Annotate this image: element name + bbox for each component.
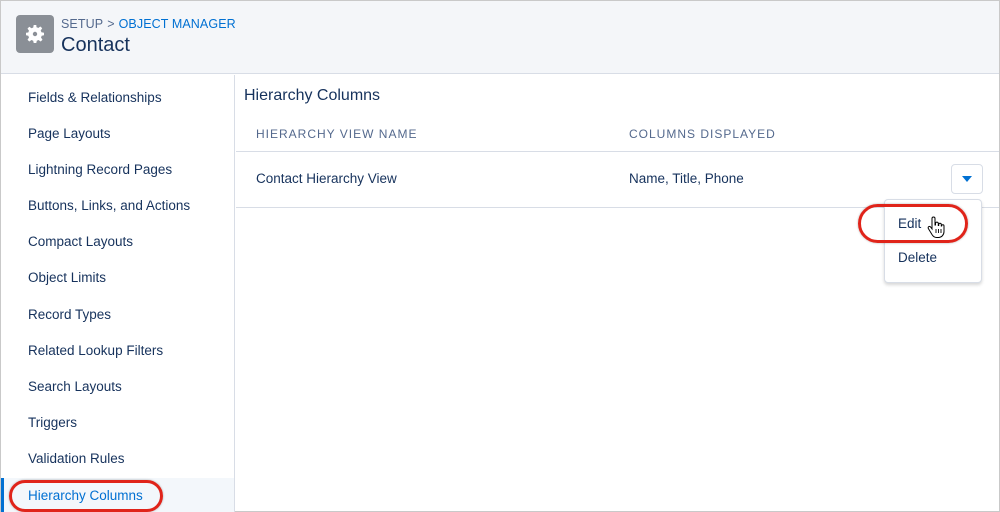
- sidebar-item-lightning-record-pages[interactable]: Lightning Record Pages: [1, 152, 234, 188]
- gear-icon: [16, 15, 54, 53]
- column-header-view-name[interactable]: HIERARCHY VIEW NAME: [256, 127, 417, 141]
- menu-item-edit[interactable]: Edit: [898, 216, 921, 231]
- page-header: SETUP > OBJECT MANAGER Contact: [1, 1, 999, 74]
- sidebar: Fields & Relationships Page Layouts Ligh…: [1, 75, 235, 512]
- row-actions-button[interactable]: [951, 164, 983, 194]
- row-view-name: Contact Hierarchy View: [256, 171, 397, 186]
- sidebar-item-page-layouts[interactable]: Page Layouts: [1, 116, 234, 152]
- chevron-down-icon: [962, 176, 972, 182]
- sidebar-item-triggers[interactable]: Triggers: [1, 405, 234, 441]
- hand-cursor-icon: [927, 216, 945, 243]
- sidebar-item-search-layouts[interactable]: Search Layouts: [1, 369, 234, 405]
- breadcrumb-setup[interactable]: SETUP: [61, 17, 103, 31]
- column-header-columns-displayed[interactable]: COLUMNS DISPLAYED: [629, 127, 776, 141]
- breadcrumb-object-manager-link[interactable]: OBJECT MANAGER: [119, 17, 236, 31]
- sidebar-item-fields-relationships[interactable]: Fields & Relationships: [1, 80, 234, 116]
- sidebar-item-record-types[interactable]: Record Types: [1, 297, 234, 333]
- breadcrumb: SETUP > OBJECT MANAGER: [61, 17, 236, 31]
- page-title: Contact: [61, 34, 130, 56]
- sidebar-item-related-lookup-filters[interactable]: Related Lookup Filters: [1, 333, 234, 369]
- table-header-divider: [236, 151, 999, 152]
- sidebar-item-object-limits[interactable]: Object Limits: [1, 260, 234, 296]
- menu-item-delete[interactable]: Delete: [898, 250, 937, 265]
- section-title: Hierarchy Columns: [244, 87, 381, 104]
- sidebar-item-compact-layouts[interactable]: Compact Layouts: [1, 224, 234, 260]
- breadcrumb-separator: >: [107, 17, 115, 31]
- sidebar-item-buttons-links-actions[interactable]: Buttons, Links, and Actions: [1, 188, 234, 224]
- sidebar-item-validation-rules[interactable]: Validation Rules: [1, 441, 234, 477]
- sidebar-item-hierarchy-columns[interactable]: Hierarchy Columns: [1, 478, 234, 512]
- row-columns-displayed: Name, Title, Phone: [629, 171, 744, 186]
